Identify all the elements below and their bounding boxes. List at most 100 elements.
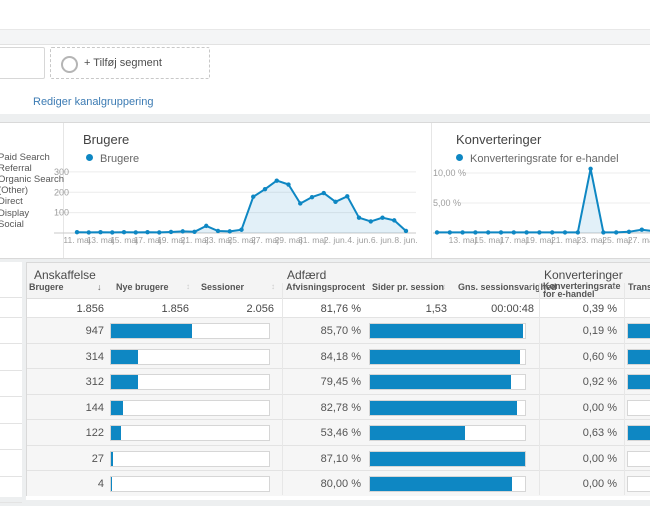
svg-text:25. maj: 25. maj	[602, 235, 630, 245]
column-divider	[539, 283, 540, 495]
channel-label: Referral	[0, 163, 32, 174]
table-row[interactable]: 947 85,70 % 0,19 %	[27, 317, 650, 343]
svg-text:17. maj: 17. maj	[500, 235, 528, 245]
toolbar-band	[0, 30, 650, 45]
column-header[interactable]: Afvisningsprocent	[286, 282, 365, 292]
next-section-edge	[26, 496, 650, 500]
users-bar	[110, 400, 270, 416]
conversions-bar	[627, 374, 650, 390]
cut-row	[0, 502, 22, 506]
sort-icon[interactable]: ↕	[356, 282, 360, 291]
svg-text:5,00 %: 5,00 %	[433, 198, 461, 208]
bar-fill	[370, 401, 517, 415]
bar-fill	[370, 477, 512, 491]
svg-text:23. maj: 23. maj	[577, 235, 605, 245]
bounce-bar	[369, 349, 526, 365]
metric-value: 84,18 %	[321, 351, 361, 363]
edit-channel-grouping-link[interactable]: Rediger kanalgruppering	[33, 96, 153, 108]
table-row[interactable]: 31279,45 %0,92 %	[27, 368, 650, 394]
metric-value: 53,46 %	[321, 427, 361, 439]
channel-label: Direct	[0, 196, 23, 207]
table-row[interactable]: 14482,78 %0,00 %	[27, 394, 650, 420]
users-bar	[110, 425, 270, 441]
bar-fill	[370, 324, 523, 338]
bar-fill	[111, 324, 192, 338]
table-row[interactable]: 31484,18 %0,60 %	[27, 343, 650, 369]
channel-label: (Other)	[0, 185, 28, 196]
divider	[431, 123, 432, 258]
cut-row	[0, 317, 22, 344]
column-header[interactable]: Brugere	[29, 282, 64, 292]
metric-value: 312	[86, 376, 104, 388]
svg-text:31. maj: 31. maj	[298, 235, 326, 245]
current-segment-card[interactable]	[0, 47, 45, 79]
cut-row	[0, 297, 22, 317]
sort-icon[interactable]: ↕	[271, 282, 275, 291]
svg-text:21. maj: 21. maj	[551, 235, 579, 245]
svg-text:8. jun.: 8. jun.	[394, 235, 417, 245]
metric-value: 82,78 %	[321, 402, 361, 414]
svg-text:10,00 %: 10,00 %	[433, 168, 466, 178]
svg-text:27. maj: 27. maj	[628, 235, 650, 245]
metric-value: 0,92 %	[583, 376, 617, 388]
column-header[interactable]: Gns. sessionsvarighed	[458, 282, 557, 292]
bar-fill	[370, 350, 520, 364]
column-header[interactable]: Konverteringsrate for e-handel	[543, 282, 615, 298]
add-segment-button[interactable]: + Tilføj segment	[50, 47, 210, 79]
sort-icon[interactable]: ↕	[186, 282, 190, 291]
metric-value: 947	[86, 325, 104, 337]
column-header[interactable]: Sider pr. session	[372, 282, 444, 292]
table-row[interactable]: 2787,10 %0,00 %	[27, 445, 650, 471]
metric-value: 0,00 %	[583, 402, 617, 414]
cut-row	[0, 396, 22, 423]
column-header[interactable]: Transaktioner	[628, 282, 650, 292]
bar-fill	[370, 452, 525, 466]
bounce-bar	[369, 323, 526, 339]
sort-icon[interactable]: ↕	[612, 282, 616, 291]
total-value: 1,53	[426, 303, 447, 315]
total-value: 1.856	[76, 303, 104, 315]
metric-value: 314	[86, 351, 104, 363]
users-chart-title: Brugere	[83, 132, 129, 147]
users-line-chart: 30020010011. maj13. maj15. maj17. maj19.…	[64, 161, 431, 253]
column-header[interactable]: Sessioner	[201, 282, 244, 292]
bar-fill	[370, 375, 511, 389]
users-bar	[110, 476, 270, 492]
bar-fill	[111, 375, 138, 389]
cut-row	[0, 343, 22, 370]
conversions-line-chart: 10,00 %5,00 %13. maj15. maj17. maj19. ma…	[433, 161, 650, 253]
users-bar	[110, 374, 270, 390]
top-header-strip	[0, 0, 650, 30]
sort-icon[interactable]: ↕	[528, 282, 532, 291]
sort-desc-icon[interactable]: ↓	[97, 282, 102, 292]
bar-fill	[370, 426, 465, 440]
add-segment-circle-icon	[61, 56, 78, 73]
metric-value: 4	[98, 478, 104, 490]
bounce-bar	[369, 400, 526, 416]
svg-text:300: 300	[54, 167, 69, 177]
channel-label: Paid Search	[0, 152, 50, 163]
table-row[interactable]: 12253,46 %0,63 %	[27, 419, 650, 445]
users-bar	[110, 323, 270, 339]
channel-label: Display	[0, 208, 29, 219]
total-value: 00:00:48	[491, 303, 534, 315]
metric-group-label: Adfærd	[287, 268, 326, 282]
cut-row	[0, 476, 22, 503]
column-divider	[624, 283, 625, 495]
table-row[interactable]: 4 80,00 % 0,00 %	[27, 470, 650, 496]
bar-fill	[628, 375, 650, 389]
users-bar	[110, 349, 270, 365]
metric-value: 0,19 %	[583, 325, 617, 337]
cut-row	[0, 370, 22, 397]
column-header[interactable]: Nye brugere	[116, 282, 169, 292]
metric-value: 85,70 %	[321, 325, 361, 337]
sort-icon[interactable]: ↕	[442, 282, 446, 291]
total-value: 81,76 %	[321, 303, 361, 315]
metric-value: 80,00 %	[321, 478, 361, 490]
table-totals-row: 1.8561.8562.05681,76 %1,5300:00:480,39 %	[27, 299, 650, 317]
svg-text:100: 100	[54, 208, 69, 218]
metric-value: 0,00 %	[583, 478, 617, 490]
bounce-bar	[369, 476, 526, 492]
conversions-bar	[627, 323, 650, 339]
metric-group-label: Konverteringer	[544, 268, 623, 282]
